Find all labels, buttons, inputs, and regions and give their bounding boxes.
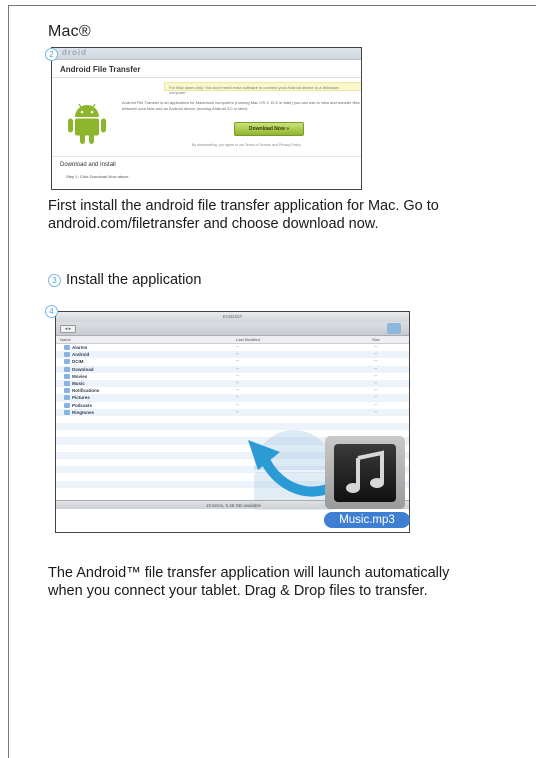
folder-icon [64, 345, 70, 350]
folder-name: Ringtones [72, 409, 94, 415]
col-modified: Last Modified [236, 337, 260, 342]
screenshot-description: Android File Transfer is an application … [122, 100, 360, 111]
music-file-label[interactable]: Music.mp3 [324, 512, 410, 528]
caption-line: when you connect your tablet. Drag & Dro… [48, 583, 428, 599]
size-value: -- [374, 394, 377, 400]
music-file-icon[interactable] [325, 436, 405, 509]
folder-icon [64, 373, 70, 379]
folder-name: DCIM [72, 359, 84, 365]
size-value: -- [374, 358, 377, 364]
finder-title: ECB2167 [56, 312, 409, 322]
folder-row[interactable]: DCIM -- -- [56, 358, 409, 365]
column-header: Name Last Modified Size [56, 336, 409, 344]
folder-icon [64, 359, 70, 365]
size-value: -- [374, 344, 377, 349]
step-number-4: 4 [45, 305, 58, 318]
size-value: -- [374, 401, 377, 407]
folder-row[interactable]: Notifications -- -- [56, 387, 409, 394]
divider [52, 156, 361, 157]
folder-row[interactable]: Ringtones -- -- [56, 408, 409, 416]
folder-icon [64, 380, 70, 386]
folder-name: Alarms [72, 345, 88, 350]
empty-row [56, 416, 409, 423]
step2-caption: First install the android file transfer … [48, 197, 439, 233]
download-install-heading: Download and Install [60, 162, 116, 168]
folder-icon [64, 402, 70, 408]
modified-value: -- [236, 351, 239, 357]
size-value: -- [374, 408, 377, 414]
caption-line: The Android™ file transfer application w… [48, 565, 450, 581]
size-value: -- [374, 372, 377, 378]
modified-value: -- [236, 365, 239, 371]
folder-row[interactable]: Alarms -- -- [56, 344, 409, 351]
size-value: -- [374, 365, 377, 371]
folder-icon [64, 366, 70, 372]
folder-icon [64, 395, 70, 401]
folder-row[interactable]: Movies -- -- [56, 373, 409, 380]
size-value: -- [374, 351, 377, 357]
android-robot-icon [68, 103, 106, 144]
finder-toolbar: ◂ ▸ [56, 322, 409, 336]
caption-line: android.com/filetransfer and choose down… [48, 216, 379, 232]
modified-value: -- [236, 344, 239, 349]
step4-caption: The Android™ file transfer application w… [48, 564, 449, 600]
empty-row [56, 423, 409, 431]
folder-name: Notifications [72, 388, 100, 394]
caption-line: First install the android file transfer … [48, 198, 439, 214]
mac-notice: For Mac users only: You don't need extra… [164, 82, 361, 95]
modified-value: -- [236, 401, 239, 407]
step-one-text: Step 1: Click Download Now above. [66, 174, 130, 179]
terms-note: By downloading, you agree to our Terms o… [192, 143, 301, 147]
folder-row[interactable]: Pictures -- -- [56, 394, 409, 402]
folder-icon [64, 409, 70, 415]
site-header-logo: droid [52, 48, 361, 60]
folder-name: Podcasts [72, 402, 93, 408]
modified-value: -- [236, 358, 239, 364]
page-title: Mac® [48, 23, 91, 40]
folder-name: Music [72, 380, 85, 386]
folder-icon [387, 323, 401, 334]
folder-row[interactable]: Download -- -- [56, 365, 409, 373]
folder-row[interactable]: Music -- -- [56, 379, 409, 388]
modified-value: -- [236, 394, 239, 400]
folder-name: Movies [72, 373, 88, 379]
download-now-button: Download Now » [234, 122, 304, 136]
modified-value: -- [236, 372, 239, 378]
step-number-2: 2 [45, 48, 58, 61]
folder-icon [64, 352, 70, 358]
folder-name: Download [72, 366, 94, 372]
screenshot-heading: Android File Transfer [52, 60, 361, 78]
folder-icon [64, 388, 70, 394]
folder-row[interactable]: Android -- -- [56, 351, 409, 359]
modified-value: -- [236, 379, 239, 385]
folder-name: Pictures [72, 395, 90, 401]
folder-row[interactable]: Podcasts -- -- [56, 402, 409, 409]
step3-heading: 3 Install the application [48, 272, 201, 288]
col-size: Size [372, 337, 380, 342]
nav-buttons: ◂ ▸ [60, 325, 76, 333]
col-name: Name [60, 337, 71, 342]
size-value: -- [374, 379, 377, 385]
step3-label: Install the application [66, 272, 202, 288]
music-note-tile [334, 444, 396, 502]
step-number-3: 3 [48, 273, 61, 287]
modified-value: -- [236, 387, 239, 393]
size-value: -- [374, 387, 377, 393]
music-note-icon [346, 450, 384, 493]
folder-name: Android [72, 352, 90, 358]
android-file-transfer-screenshot: droid Android File Transfer For Mac user… [51, 47, 362, 190]
